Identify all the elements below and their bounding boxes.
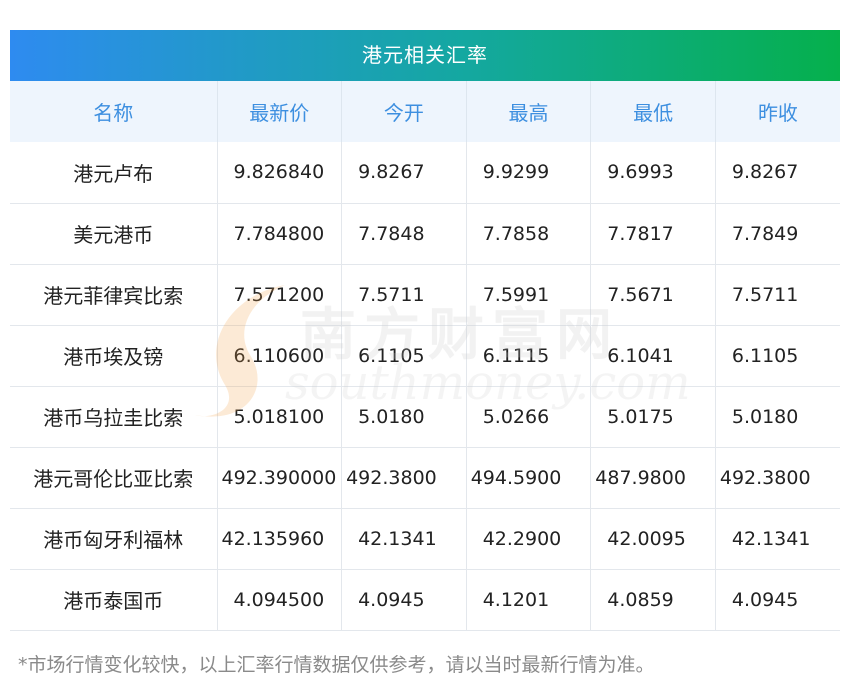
header-prev-close: 昨收 [757,101,798,125]
latest-price: 7.784800 [217,203,343,264]
low-price: 4.0859 [590,569,716,630]
latest-price: 5.018100 [217,386,343,447]
low-price: 5.0175 [590,386,716,447]
low-price: 6.1041 [590,325,716,386]
table-row: 港元哥伦比亚比索 492.390000 492.3800 494.5900 48… [10,447,840,508]
prev-close-price: 6.1105 [731,344,799,367]
low-price: 42.0095 [590,508,716,569]
high-price: 7.7858 [466,203,592,264]
low-price: 9.6993 [590,142,716,203]
high-price: 42.2900 [466,508,592,569]
header-high: 最高 [466,81,592,142]
table-row: 港币埃及镑 6.110600 6.1105 6.1115 6.1041 6.11… [10,325,840,386]
high-price: 9.9299 [466,142,592,203]
latest-price: 492.390000 [217,447,343,508]
table-row: 美元港币 7.784800 7.7848 7.7858 7.7817 7.784… [10,203,840,264]
latest-price: 7.571200 [217,264,343,325]
header-open: 今开 [341,81,467,142]
currency-pair-name: 港币乌拉圭比索 [10,386,218,447]
prev-close-price: 5.0180 [731,405,799,428]
open-price: 6.1105 [341,325,467,386]
currency-pair-name: 港元菲律宾比索 [10,264,218,325]
prev-close-price: 4.0945 [731,588,799,611]
header-latest: 最新价 [217,81,343,142]
currency-pair-name: 港币埃及镑 [10,325,218,386]
header-low: 最低 [590,81,716,142]
currency-pair-name: 港币泰国币 [10,569,218,630]
table-title: 港元相关汇率 [10,30,840,81]
header-name: 名称 [10,81,218,142]
high-price: 5.0266 [466,386,592,447]
open-price: 7.5711 [341,264,467,325]
disclaimer-footnote: *市场行情变化较快，以上汇率行情数据仅供参考，请以当时最新行情为准。 [18,654,655,676]
table-row: 港币泰国币 4.094500 4.0945 4.1201 4.0859 4.09… [10,569,840,630]
low-price: 7.7817 [590,203,716,264]
latest-price: 9.826840 [217,142,343,203]
latest-price: 6.110600 [217,325,343,386]
currency-pair-name: 港元卢布 [10,142,218,203]
currency-pair-name: 港元哥伦比亚比索 [10,447,218,508]
prev-close-price: 9.8267 [731,161,799,184]
open-price: 7.7848 [341,203,467,264]
currency-pair-name: 美元港币 [10,203,218,264]
low-price: 7.5671 [590,264,716,325]
exchange-rate-card: 港元相关汇率 名称 最新价 今开 最高 最低 昨收 港元卢布 9.826840 … [10,30,840,631]
high-price: 4.1201 [466,569,592,630]
latest-price: 4.094500 [217,569,343,630]
open-price: 492.3800 [341,447,467,508]
high-price: 6.1115 [466,325,592,386]
open-price: 5.0180 [341,386,467,447]
latest-price: 42.135960 [217,508,343,569]
prev-close-price: 7.5711 [731,283,799,306]
table-row: 港元菲律宾比索 7.571200 7.5711 7.5991 7.5671 7.… [10,264,840,325]
currency-pair-name: 港币匈牙利福林 [10,508,218,569]
open-price: 9.8267 [341,142,467,203]
table-row: 港币乌拉圭比索 5.018100 5.0180 5.0266 5.0175 5.… [10,386,840,447]
prev-close-price: 42.1341 [731,527,811,550]
prev-close-price: 492.3800 [719,466,811,489]
high-price: 494.5900 [466,447,592,508]
low-price: 487.9800 [590,447,716,508]
table-header-row: 名称 最新价 今开 最高 最低 昨收 [10,81,840,142]
table-row: 港币匈牙利福林 42.135960 42.1341 42.2900 42.009… [10,508,840,569]
table-row: 港元卢布 9.826840 9.8267 9.9299 9.6993 9.826… [10,142,840,203]
prev-close-price: 7.7849 [731,222,799,245]
exchange-rate-table: 名称 最新价 今开 最高 最低 昨收 港元卢布 9.826840 9.8267 … [10,81,840,631]
high-price: 7.5991 [466,264,592,325]
open-price: 42.1341 [341,508,467,569]
open-price: 4.0945 [341,569,467,630]
